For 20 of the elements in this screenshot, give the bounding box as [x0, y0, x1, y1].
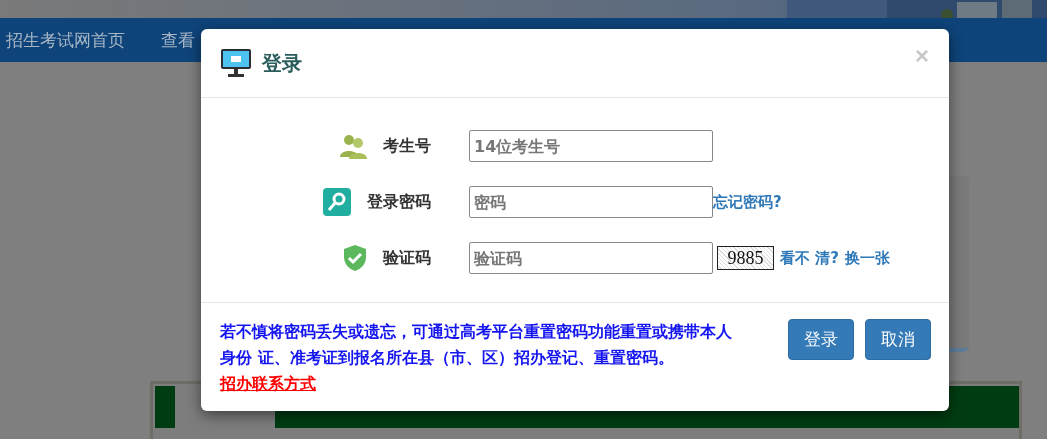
users-icon: [339, 133, 367, 159]
shield-check-icon: [343, 244, 367, 272]
text-link[interactable]: 换一张: [844, 248, 890, 268]
text-link[interactable]: 忘记密码?: [713, 192, 782, 212]
login-button[interactable]: 登录: [788, 319, 854, 360]
nav-link[interactable]: 查看: [161, 28, 195, 52]
nav-link[interactable]: 招生考试网首页: [6, 28, 125, 52]
notice-text: 若不慎将密码丢失或遗忘，可通过高考平台重置密码功能重置或携带本人身份 证、准考证到报名所在县（市、区）招办登记、重置密码。 招办联系方式: [220, 321, 733, 395]
contact-link[interactable]: 招办联系方式: [220, 374, 316, 393]
input-field[interactable]: 密码: [469, 186, 713, 218]
field-label: 验证码: [383, 247, 431, 269]
cancel-button[interactable]: 取消: [865, 319, 931, 360]
monitor-icon: [220, 48, 252, 78]
dialog-title: 登录: [262, 49, 303, 77]
field-label: 考生号: [383, 135, 431, 157]
input-field[interactable]: 14位考生号: [469, 130, 713, 162]
captcha-image: 9885: [717, 246, 774, 270]
text-link[interactable]: 看不 清?: [780, 248, 839, 268]
field-label: 登录密码: [367, 191, 431, 213]
input-field[interactable]: 验证码: [469, 242, 713, 274]
